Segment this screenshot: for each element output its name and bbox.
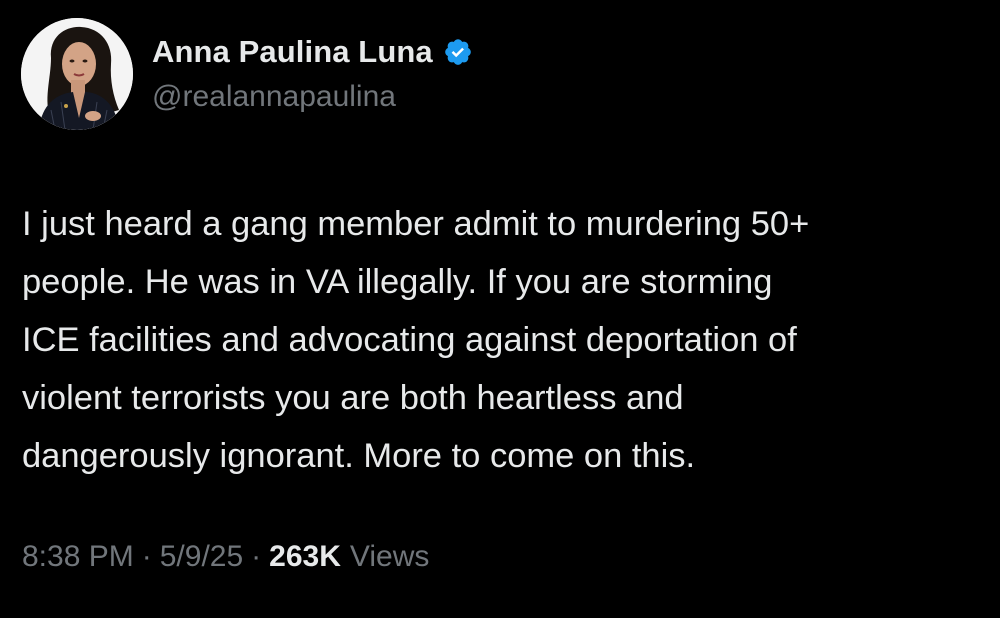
separator: · — [251, 540, 262, 573]
verified-badge-icon[interactable] — [443, 37, 473, 67]
tweet-text: I just heard a gang member admit to murd… — [22, 205, 810, 475]
author-name[interactable]: Anna Paulina Luna — [152, 34, 433, 70]
tweet-metadata: 8:38 PM · 5/9/25 · 263K Views — [22, 540, 429, 574]
author-name-row: Anna Paulina Luna — [152, 32, 473, 72]
avatar-photo — [21, 18, 133, 130]
author-handle[interactable]: @realannapaulina — [152, 80, 396, 114]
tweet-card: Anna Paulina Luna @realannapaulina I jus… — [0, 0, 1000, 618]
avatar[interactable] — [21, 18, 133, 130]
tweet-time[interactable]: 8:38 PM — [22, 540, 134, 574]
tweet-date[interactable]: 5/9/25 — [160, 540, 243, 574]
views-count[interactable]: 263K — [269, 540, 341, 574]
views-label[interactable]: Views — [350, 540, 429, 574]
separator: · — [141, 540, 152, 573]
